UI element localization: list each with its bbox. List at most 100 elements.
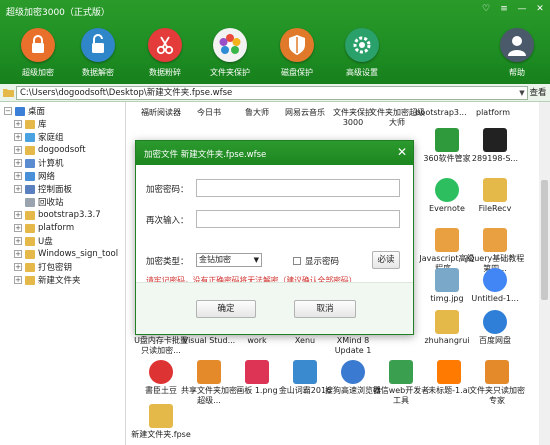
close-icon[interactable]: ✕ <box>397 145 407 159</box>
computer-icon <box>25 158 35 168</box>
file-item[interactable]: Untitled-1... <box>465 268 525 316</box>
file-item[interactable]: XMind 8 Update 1 <box>323 336 383 358</box>
file-item[interactable]: 百度网盘 <box>465 310 525 358</box>
vertical-scrollbar[interactable] <box>539 102 550 445</box>
menu-icon[interactable]: ≡ <box>498 3 510 15</box>
scissors-icon <box>148 28 182 62</box>
main-toolbar: 超级加密 数据解密 数据粉碎 文件夹保护 磁盘保护 高级设置 帮助 <box>0 26 550 82</box>
close-icon[interactable]: ✕ <box>534 3 546 15</box>
confirm-password-field[interactable] <box>196 210 400 228</box>
encrypt-type-select[interactable]: 金钻加密 ▼ <box>196 253 262 267</box>
app-icon <box>293 360 317 384</box>
toolbar-settings-button[interactable]: 高级设置 <box>335 26 389 82</box>
browser-icon <box>341 360 365 384</box>
network-icon <box>25 171 35 181</box>
show-password-label: 显示密码 <box>305 257 340 267</box>
tree-item-pack-key[interactable]: + 打包密钥 <box>14 261 72 273</box>
ai-file-icon <box>483 128 507 152</box>
chevron-down-icon: ▼ <box>253 256 259 264</box>
tree-item-bootstrap[interactable]: + bootstrap3.3.7 <box>14 209 101 221</box>
expand-icon[interactable]: + <box>14 120 22 128</box>
file-item[interactable]: 新建文件夹.fpse <box>131 404 191 445</box>
tree-item-homegroup[interactable]: + 家庭组 <box>14 131 64 143</box>
expand-icon[interactable]: + <box>14 263 22 271</box>
address-path-field[interactable]: C:\Users\dogoodsoft\Desktop\新建文件夹.fpse.w… <box>16 86 528 100</box>
tree-item-recycle-bin[interactable]: 回收站 <box>25 196 64 208</box>
dialog-header: 加密文件 新建文件夹.fpse.wfse ✕ <box>136 141 413 165</box>
image-file-icon <box>245 360 269 384</box>
tree-item-control-panel[interactable]: + 控制面板 <box>14 183 72 195</box>
expand-icon[interactable]: + <box>14 237 22 245</box>
folder-icon <box>483 178 507 202</box>
expand-icon[interactable]: + <box>14 146 22 154</box>
expand-icon[interactable]: + <box>14 172 22 180</box>
tree-item-usb[interactable]: + U盘 <box>14 235 53 247</box>
folder-icon <box>25 275 35 285</box>
tree-item-user[interactable]: + dogoodsoft <box>14 144 86 156</box>
scrollbar-thumb[interactable] <box>541 180 548 300</box>
file-item[interactable]: platform <box>463 108 523 120</box>
view-button[interactable]: 查看 <box>529 86 547 100</box>
must-read-button[interactable]: 必读 <box>372 251 400 269</box>
recycle-bin-icon <box>25 197 35 207</box>
tree-item-library[interactable]: + 库 <box>14 118 47 130</box>
toolbar-shred-button[interactable]: 数据粉碎 <box>138 26 192 82</box>
color-wheel-icon <box>213 28 247 62</box>
toolbar-decrypt-button[interactable]: 数据解密 <box>71 26 125 82</box>
tree-item-new-folder[interactable]: + 新建文件夹 <box>14 274 81 286</box>
app-icon <box>435 128 459 152</box>
homegroup-icon <box>25 132 35 142</box>
file-item[interactable]: 文件夹只读加密专家 <box>467 360 527 408</box>
user-folder-icon <box>25 145 35 155</box>
app-title: 超级加密3000（正式版） <box>6 8 110 18</box>
expand-icon[interactable]: + <box>14 211 22 219</box>
evernote-icon <box>435 178 459 202</box>
password-label: 加密密码： <box>146 185 189 195</box>
app-icon <box>485 360 509 384</box>
tree-item-platform[interactable]: + platform <box>14 222 74 234</box>
dialog-footer: 确定 取消 <box>136 282 413 334</box>
file-item[interactable]: FileRecv <box>465 178 525 226</box>
minimize-icon[interactable]: — <box>516 3 528 15</box>
app-icon <box>197 360 221 384</box>
app-icon <box>149 360 173 384</box>
folder-icon <box>25 210 35 220</box>
expand-icon[interactable]: + <box>14 133 22 141</box>
chevron-down-icon[interactable]: ▼ <box>517 87 527 99</box>
password-field[interactable] <box>196 179 400 197</box>
address-path-text: C:\Users\dogoodsoft\Desktop\新建文件夹.fpse.w… <box>20 88 233 98</box>
expand-icon[interactable]: + <box>14 276 22 284</box>
expand-icon[interactable]: + <box>14 185 22 193</box>
tree-item-computer[interactable]: + 计算机 <box>14 157 64 169</box>
show-password-checkbox[interactable] <box>293 257 301 265</box>
file-item[interactable]: 289198-S... <box>465 128 525 176</box>
file-item[interactable]: bootstrap3... <box>411 108 471 120</box>
pdf-icon <box>435 228 459 252</box>
toolbar-help-button[interactable]: 帮助 <box>490 26 544 82</box>
expand-icon[interactable]: + <box>14 224 22 232</box>
confirm-password-label: 再次输入： <box>146 216 189 226</box>
ai-file-icon <box>437 360 461 384</box>
unlock-icon <box>81 28 115 62</box>
tree-item-desktop[interactable]: − 桌面 <box>4 105 45 117</box>
desktop-icon <box>15 106 25 116</box>
folder-icon <box>25 262 35 272</box>
dialog-title: 加密文件 新建文件夹.fpse.wfse <box>144 150 267 160</box>
toolbar-disk-protect-button[interactable]: 磁盘保护 <box>270 26 324 82</box>
lock-icon <box>21 28 55 62</box>
tree-item-windows-sign-tool[interactable]: + Windows_sign_tool <box>14 248 118 260</box>
window-controls: ♡ ≡ — ✕ <box>480 3 546 15</box>
toolbar-folder-protect-button[interactable]: 文件夹保护 <box>203 26 257 82</box>
toolbar-encrypt-button[interactable]: 超级加密 <box>11 26 65 82</box>
expand-icon[interactable]: + <box>14 159 22 167</box>
image-file-icon <box>435 268 459 292</box>
folder-tree: − 桌面 + 库 + 家庭组 + dogoodsoft + 计算机 + 网络 +… <box>0 102 126 445</box>
skin-icon[interactable]: ♡ <box>480 3 492 15</box>
folder-icon <box>25 236 35 246</box>
cancel-button[interactable]: 取消 <box>294 300 356 318</box>
ok-button[interactable]: 确定 <box>196 300 256 318</box>
collapse-icon[interactable]: − <box>4 107 12 115</box>
tree-item-network[interactable]: + 网络 <box>14 170 55 182</box>
chrome-icon <box>483 268 507 292</box>
expand-icon[interactable]: + <box>14 250 22 258</box>
